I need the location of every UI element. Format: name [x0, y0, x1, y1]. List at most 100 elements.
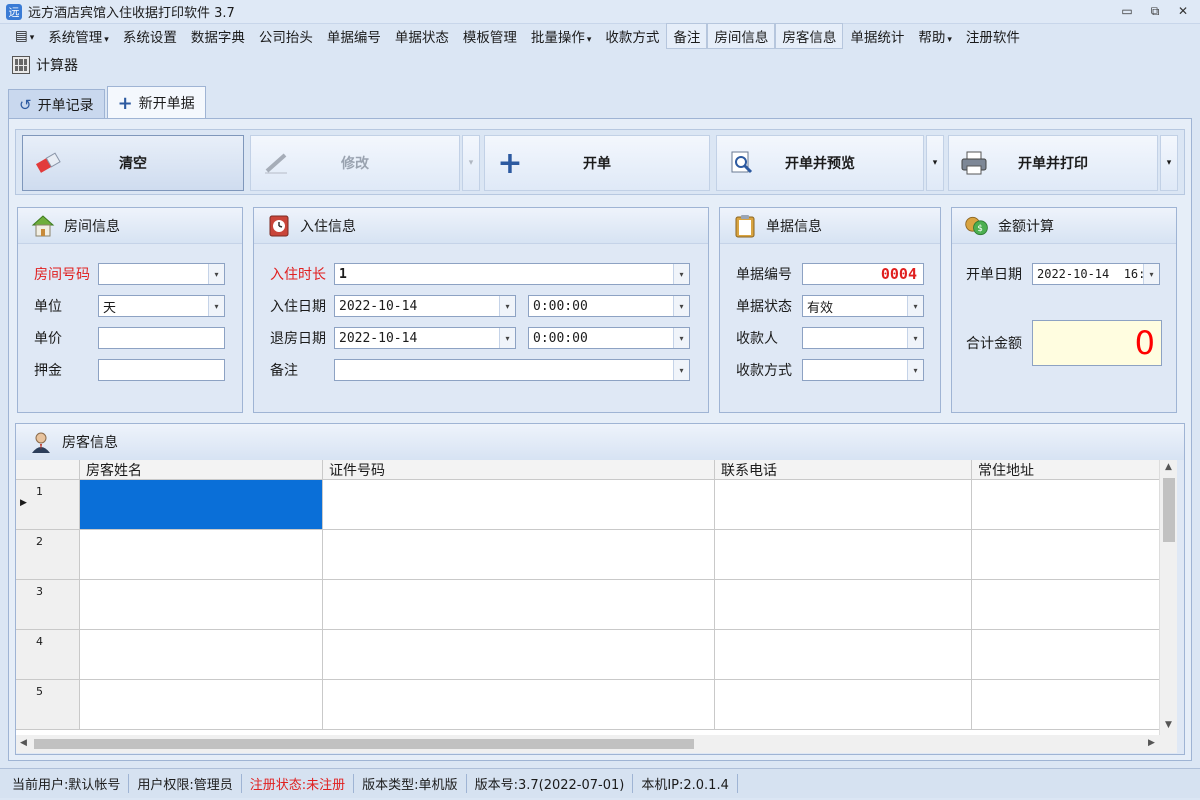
table-cell[interactable]	[715, 480, 972, 530]
table-cell[interactable]	[715, 580, 972, 630]
row-header[interactable]: 3	[16, 580, 80, 630]
menu-template-manage[interactable]: 模板管理	[456, 23, 524, 49]
edit-dropdown[interactable]: ▾	[462, 135, 480, 191]
calculator-button[interactable]: 计算器	[0, 52, 78, 78]
price-input[interactable]	[98, 327, 225, 349]
table-cell[interactable]	[715, 530, 972, 580]
payment-method-select[interactable]: ▾	[802, 359, 924, 381]
menu-data-dictionary[interactable]: 数据字典	[184, 23, 252, 49]
preview-dropdown[interactable]: ▾	[926, 135, 944, 191]
menu-batch-ops[interactable]: 批量操作 ▾	[524, 23, 599, 49]
table-cell[interactable]	[323, 680, 715, 730]
table-cell[interactable]	[80, 680, 323, 730]
tab-records[interactable]: ↺ 开单记录	[8, 89, 105, 119]
tab-new-receipt[interactable]: + 新开单据	[106, 86, 206, 119]
chevron-down-icon[interactable]: ▾	[499, 328, 515, 348]
horizontal-scroll-thumb[interactable]	[34, 739, 694, 749]
menu-register[interactable]: 注册软件	[959, 23, 1027, 49]
chevron-down-icon[interactable]: ▾	[907, 296, 923, 316]
receipt-number-field[interactable]: 0004	[802, 263, 924, 285]
payee-select[interactable]: ▾	[802, 327, 924, 349]
row-header[interactable]: 5	[16, 680, 80, 730]
table-cell[interactable]	[972, 530, 1159, 580]
open-preview-button[interactable]: 开单并预览	[716, 135, 924, 191]
table-cell[interactable]	[80, 580, 323, 630]
menu-guest-info[interactable]: 房客信息	[775, 23, 844, 49]
chevron-down-icon[interactable]: ▾	[907, 360, 923, 380]
table-cell[interactable]	[323, 480, 715, 530]
vertical-scroll-thumb[interactable]	[1163, 478, 1175, 542]
receipt-status-select[interactable]: 有效 ▾	[802, 295, 924, 317]
horizontal-scrollbar[interactable]: ◀ ▶	[16, 735, 1177, 753]
column-header-guest-name[interactable]: 房客姓名	[80, 460, 323, 480]
close-icon[interactable]: ✕	[1174, 3, 1192, 19]
amount-title: 金额计算	[998, 218, 1054, 235]
table-cell[interactable]	[972, 480, 1159, 530]
restore-icon[interactable]: ⧉	[1146, 3, 1164, 19]
action-bar: 清空 修改 ▾ + 开单 开单并预览 ▾ 开单并打印 ▾	[15, 129, 1185, 195]
checkout-date-picker[interactable]: 2022-10-14 ▾	[334, 327, 516, 349]
chevron-down-icon[interactable]: ▾	[907, 328, 923, 348]
menu-help[interactable]: 帮助 ▾	[911, 23, 959, 49]
chevron-down-icon[interactable]: ▾	[208, 264, 224, 284]
open-receipt-button[interactable]: + 开单	[484, 135, 710, 191]
checkin-time-picker[interactable]: 0:00:00 ▾	[528, 295, 690, 317]
menu-payment-method[interactable]: 收款方式	[598, 23, 666, 49]
column-header-id-number[interactable]: 证件号码	[323, 460, 715, 480]
app-menu-icon[interactable]: ▤ ▾	[8, 25, 41, 47]
chevron-down-icon[interactable]: ▾	[208, 296, 224, 316]
menu-receipt-status[interactable]: 单据状态	[388, 23, 456, 49]
table-cell[interactable]	[323, 630, 715, 680]
row-header[interactable]: 2	[16, 530, 80, 580]
column-header-address[interactable]: 常住地址	[972, 460, 1159, 480]
table-cell[interactable]	[715, 630, 972, 680]
scroll-down-icon[interactable]: ▼	[1165, 720, 1172, 730]
scroll-left-icon[interactable]: ◀	[20, 738, 27, 748]
table-cell[interactable]	[80, 630, 323, 680]
remark-select[interactable]: ▾	[334, 359, 690, 381]
open-print-button[interactable]: 开单并打印	[948, 135, 1158, 191]
table-cell[interactable]	[715, 680, 972, 730]
chevron-down-icon[interactable]: ▾	[673, 264, 689, 284]
menu-room-info[interactable]: 房间信息	[707, 23, 776, 49]
table-cell[interactable]	[80, 530, 323, 580]
chevron-down-icon[interactable]: ▾	[673, 296, 689, 316]
menu-system-manage[interactable]: 系统管理 ▾	[41, 23, 116, 49]
checkin-date-picker[interactable]: 2022-10-14 ▾	[334, 295, 516, 317]
column-header-phone[interactable]: 联系电话	[715, 460, 972, 480]
room-number-select[interactable]: ▾	[98, 263, 225, 285]
clear-button[interactable]: 清空	[22, 135, 244, 191]
vertical-scrollbar[interactable]: ▲ ▼	[1159, 460, 1177, 735]
minimize-icon[interactable]: ▭	[1118, 3, 1136, 19]
row-header[interactable]: 1 ▶	[16, 480, 80, 530]
table-cell[interactable]	[972, 630, 1159, 680]
deposit-input[interactable]	[98, 359, 225, 381]
chevron-down-icon[interactable]: ▾	[673, 360, 689, 380]
edit-button[interactable]: 修改	[250, 135, 460, 191]
menu-system-settings[interactable]: 系统设置	[116, 23, 184, 49]
clipboard-icon	[732, 213, 758, 239]
menu-receipt-stats[interactable]: 单据统计	[843, 23, 911, 49]
table-cell[interactable]	[323, 580, 715, 630]
scroll-right-icon[interactable]: ▶	[1148, 738, 1155, 748]
chevron-down-icon[interactable]: ▾	[673, 328, 689, 348]
scroll-up-icon[interactable]: ▲	[1165, 462, 1172, 472]
status-edition: 版本类型:单机版	[354, 774, 467, 793]
menu-company-header[interactable]: 公司抬头	[252, 23, 320, 49]
table-cell[interactable]	[972, 580, 1159, 630]
chevron-down-icon[interactable]: ▾	[499, 296, 515, 316]
chevron-down-icon[interactable]: ▾	[1143, 264, 1159, 284]
issue-date-picker[interactable]: 2022-10-14 16: ▾	[1032, 263, 1160, 285]
guest-grid[interactable]: 房客姓名 证件号码 联系电话 常住地址 1 ▶ 2 3 4 5	[16, 460, 1159, 735]
table-cell[interactable]	[323, 530, 715, 580]
unit-select[interactable]: 天 ▾	[98, 295, 225, 317]
room-info-title: 房间信息	[64, 218, 120, 235]
menu-remark[interactable]: 备注	[666, 23, 708, 49]
checkout-time-picker[interactable]: 0:00:00 ▾	[528, 327, 690, 349]
menu-receipt-number[interactable]: 单据编号	[320, 23, 388, 49]
duration-select[interactable]: 1 ▾	[334, 263, 690, 285]
row-header[interactable]: 4	[16, 630, 80, 680]
table-cell[interactable]	[972, 680, 1159, 730]
print-dropdown[interactable]: ▾	[1160, 135, 1178, 191]
table-cell-selected[interactable]	[80, 480, 323, 530]
